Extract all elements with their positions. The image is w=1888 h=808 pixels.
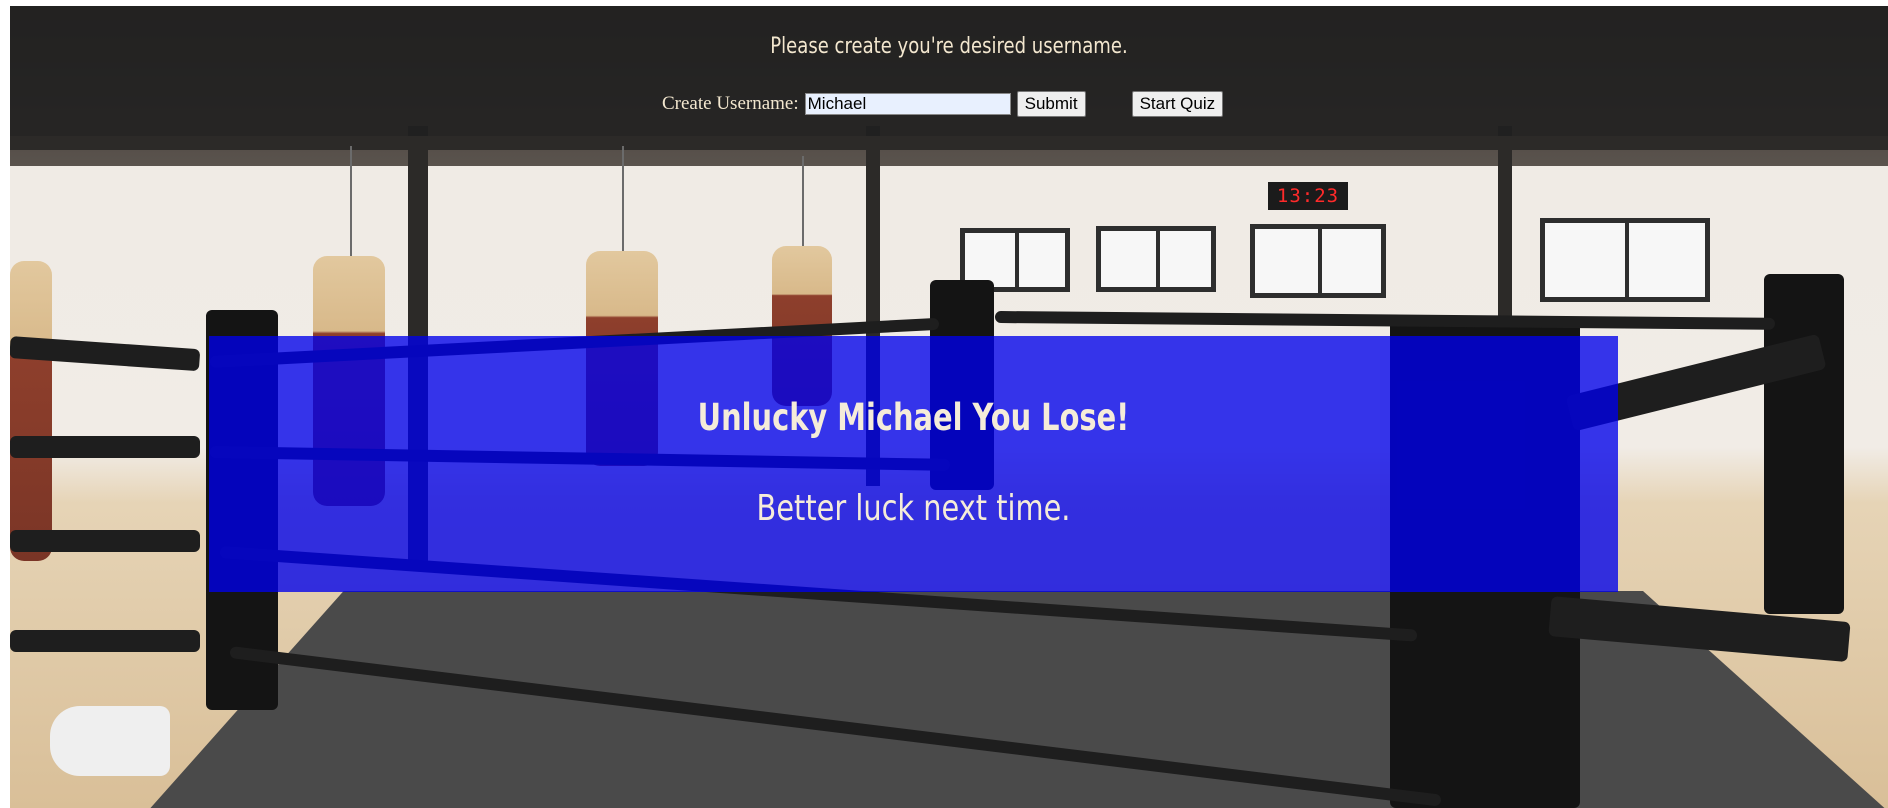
frame-post [1498, 126, 1512, 326]
username-form: Create Username: Submit Start Quiz [662, 91, 1224, 117]
username-input[interactable] [804, 93, 1011, 115]
bag-chain [350, 146, 352, 261]
ring-corner-pad [1764, 274, 1844, 614]
bag-chain [622, 146, 624, 256]
header-bar: Please create you're desired username. C… [10, 6, 1888, 136]
bag-chain [802, 156, 804, 251]
start-quiz-button[interactable]: Start Quiz [1131, 91, 1224, 117]
gym-window [1540, 218, 1710, 302]
ring-rope [10, 630, 200, 652]
frame-beam [10, 136, 1888, 150]
ring-rope [994, 311, 1776, 330]
gym-window [1096, 226, 1216, 292]
ring-rope [10, 530, 200, 552]
result-panel: Unlucky Michael You Lose! Better luck ne… [209, 336, 1618, 592]
app-viewport: 13:23 Please create you're desired usern [10, 6, 1888, 808]
result-heading: Unlucky Michael You Lose! [697, 396, 1130, 439]
punching-bag [10, 261, 52, 561]
result-message: Better luck next time. [756, 488, 1071, 529]
username-label: Create Username: [662, 93, 799, 114]
page-title: Please create you're desired username. [770, 34, 1128, 59]
floor-sprayer [50, 706, 170, 776]
ring-rope [10, 436, 200, 458]
submit-button[interactable]: Submit [1016, 91, 1086, 117]
gym-window [1250, 224, 1386, 298]
wall-clock: 13:23 [1268, 182, 1348, 210]
